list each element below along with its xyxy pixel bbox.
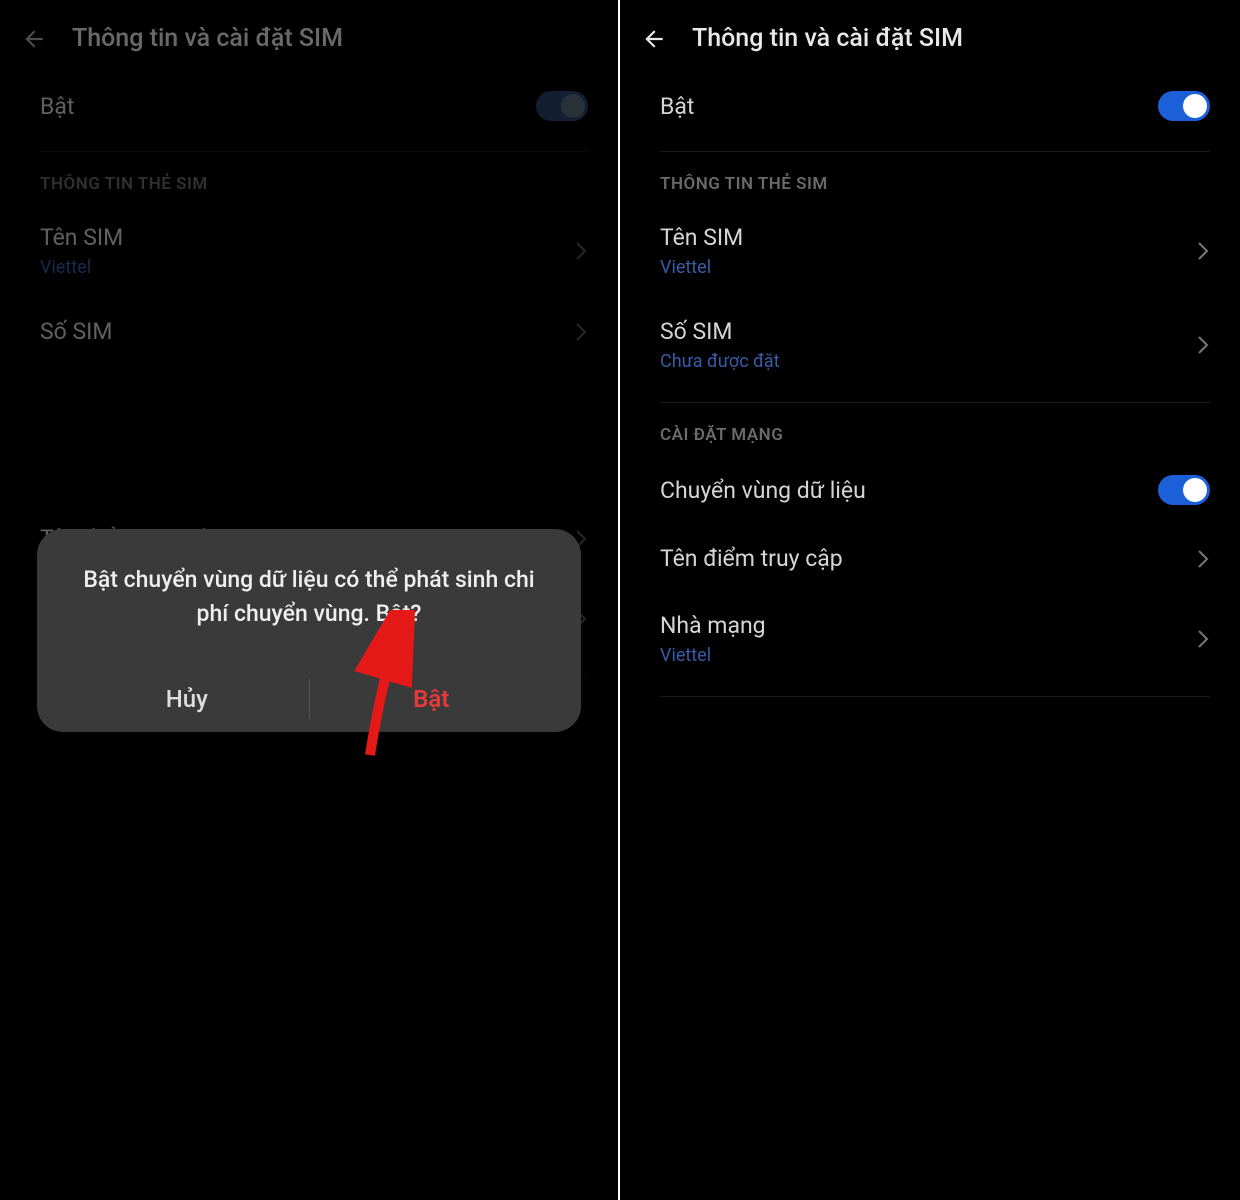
carrier-row[interactable]: Nhà mạng Viettel bbox=[620, 592, 1240, 686]
enable-label: Bật bbox=[660, 93, 694, 120]
arrow-left-icon bbox=[21, 26, 47, 52]
enable-toggle[interactable] bbox=[1158, 91, 1210, 121]
sim-number-row[interactable]: Số SIM Chưa được đặt bbox=[620, 298, 1240, 392]
enable-label: Bật bbox=[40, 93, 74, 120]
chevron-right-icon bbox=[1196, 547, 1210, 571]
dialog-actions: Hủy Bật bbox=[65, 666, 553, 732]
roaming-row: Chuyển vùng dữ liệu bbox=[620, 455, 1240, 525]
sim-number-row[interactable]: Số SIM bbox=[0, 298, 618, 365]
chevron-right-icon bbox=[1196, 333, 1210, 357]
sim-name-label: Tên SIM bbox=[660, 224, 1196, 251]
back-button[interactable] bbox=[640, 25, 668, 53]
chevron-right-icon bbox=[574, 320, 588, 344]
sim-number-label: Số SIM bbox=[660, 318, 1196, 345]
divider bbox=[660, 696, 1210, 697]
back-button[interactable] bbox=[20, 25, 48, 53]
chevron-right-icon bbox=[574, 239, 588, 263]
screen-left-dialog: Thông tin và cài đặt SIM Bật THÔNG TIN T… bbox=[0, 0, 620, 1200]
enable-row: Bật bbox=[620, 71, 1240, 141]
carrier-label: Nhà mạng bbox=[660, 612, 1196, 639]
page-title: Thông tin và cài đặt SIM bbox=[72, 24, 343, 53]
header: Thông tin và cài đặt SIM bbox=[0, 0, 618, 71]
sim-number-value: Chưa được đặt bbox=[660, 351, 1196, 372]
section-network: CÀI ĐẶT MẠNG bbox=[620, 403, 1240, 455]
roaming-label: Chuyển vùng dữ liệu bbox=[660, 477, 866, 504]
roaming-toggle[interactable] bbox=[1158, 475, 1210, 505]
chevron-right-icon bbox=[1196, 239, 1210, 263]
confirm-button[interactable]: Bật bbox=[310, 666, 553, 732]
apn-label: Tên điểm truy cập bbox=[660, 545, 1196, 572]
section-sim-info: THÔNG TIN THẺ SIM bbox=[0, 152, 618, 204]
sim-number-label: Số SIM bbox=[40, 318, 574, 345]
header: Thông tin và cài đặt SIM bbox=[620, 0, 1240, 71]
section-sim-info: THÔNG TIN THẺ SIM bbox=[620, 152, 1240, 204]
sim-name-row[interactable]: Tên SIM Viettel bbox=[0, 204, 618, 298]
arrow-left-icon bbox=[641, 26, 667, 52]
sim-name-row[interactable]: Tên SIM Viettel bbox=[620, 204, 1240, 298]
dialog-message: Bật chuyển vùng dữ liệu có thể phát sinh… bbox=[65, 563, 553, 632]
enable-toggle[interactable] bbox=[536, 91, 588, 121]
sim-name-value: Viettel bbox=[660, 257, 1196, 278]
apn-row[interactable]: Tên điểm truy cập bbox=[620, 525, 1240, 592]
chevron-right-icon bbox=[1196, 627, 1210, 651]
cancel-button[interactable]: Hủy bbox=[65, 666, 308, 732]
enable-row: Bật bbox=[0, 71, 618, 141]
carrier-value: Viettel bbox=[660, 645, 1196, 666]
page-title: Thông tin và cài đặt SIM bbox=[692, 24, 963, 53]
roaming-confirm-dialog: Bật chuyển vùng dữ liệu có thể phát sinh… bbox=[37, 529, 581, 732]
screen-right-result: Thông tin và cài đặt SIM Bật THÔNG TIN T… bbox=[620, 0, 1240, 1200]
sim-name-value: Viettel bbox=[40, 257, 574, 278]
sim-name-label: Tên SIM bbox=[40, 224, 574, 251]
